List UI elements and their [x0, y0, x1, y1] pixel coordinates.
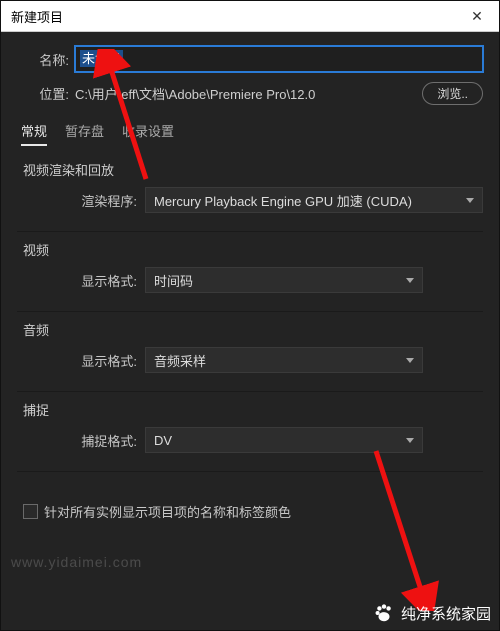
paw-icon: [373, 602, 395, 624]
tab-scratch-disks[interactable]: 暂存盘: [65, 121, 104, 146]
audio-format-row: 显示格式: 音频采样: [17, 347, 483, 373]
close-button[interactable]: ✕: [455, 1, 499, 31]
group-capture-title: 捕捉: [23, 400, 483, 419]
location-row: 位置: C:\用户\eff\文档\Adobe\Premiere Pro\12.0…: [17, 82, 483, 105]
renderer-row: 渲染程序: Mercury Playback Engine GPU 加速 (CU…: [17, 187, 483, 213]
window-title: 新建项目: [11, 7, 63, 26]
location-label: 位置:: [17, 84, 75, 103]
group-video: 视频 显示格式: 时间码: [17, 240, 483, 293]
show-names-checkbox-row[interactable]: 针对所有实例显示项目项的名称和标签颜色: [23, 502, 483, 521]
renderer-dropdown[interactable]: Mercury Playback Engine GPU 加速 (CUDA): [145, 187, 483, 213]
group-capture: 捕捉 捕捉格式: DV: [17, 400, 483, 453]
divider: [17, 231, 483, 232]
audio-format-label: 显示格式:: [17, 351, 145, 370]
checkbox-label: 针对所有实例显示项目项的名称和标签颜色: [44, 502, 291, 521]
video-format-dropdown[interactable]: 时间码: [145, 267, 423, 293]
video-format-label: 显示格式:: [17, 271, 145, 290]
chevron-down-icon: [466, 198, 474, 203]
capture-format-label: 捕捉格式:: [17, 431, 145, 450]
chevron-down-icon: [406, 358, 414, 363]
renderer-label: 渲染程序:: [17, 191, 145, 210]
audio-format-dropdown[interactable]: 音频采样: [145, 347, 423, 373]
video-format-value: 时间码: [154, 271, 193, 290]
watermark-brand: 纯净系统家园: [373, 602, 491, 624]
watermark-brand-text: 纯净系统家园: [401, 603, 491, 624]
dialog-body: 名称: 未命名 位置: C:\用户\eff\文档\Adobe\Premiere …: [1, 32, 499, 529]
divider: [17, 311, 483, 312]
watermark-url: www.yidaimei.com: [11, 554, 142, 570]
project-name-value: 未命名: [80, 50, 123, 67]
capture-format-dropdown[interactable]: DV: [145, 427, 423, 453]
chevron-down-icon: [406, 278, 414, 283]
group-audio-title: 音频: [23, 320, 483, 339]
capture-format-row: 捕捉格式: DV: [17, 427, 483, 453]
name-label: 名称:: [17, 50, 75, 69]
group-render-title: 视频渲染和回放: [23, 160, 483, 179]
group-video-title: 视频: [23, 240, 483, 259]
window-controls: ✕: [455, 1, 499, 31]
tab-ingest-settings[interactable]: 收录设置: [122, 121, 174, 146]
audio-format-value: 音频采样: [154, 351, 206, 370]
location-path[interactable]: C:\用户\eff\文档\Adobe\Premiere Pro\12.0: [75, 82, 414, 105]
video-format-row: 显示格式: 时间码: [17, 267, 483, 293]
close-icon: ✕: [471, 8, 483, 25]
browse-label: 浏览..: [437, 87, 468, 101]
tab-general[interactable]: 常规: [21, 121, 47, 146]
renderer-value: Mercury Playback Engine GPU 加速 (CUDA): [154, 191, 412, 210]
checkbox-icon: [23, 504, 38, 519]
group-render-playback: 视频渲染和回放 渲染程序: Mercury Playback Engine GP…: [17, 160, 483, 213]
chevron-down-icon: [406, 438, 414, 443]
group-audio: 音频 显示格式: 音频采样: [17, 320, 483, 373]
name-row: 名称: 未命名: [17, 46, 483, 72]
project-name-input[interactable]: 未命名: [75, 46, 483, 72]
divider: [17, 471, 483, 472]
divider: [17, 391, 483, 392]
capture-format-value: DV: [154, 433, 172, 448]
general-panel: 视频渲染和回放 渲染程序: Mercury Playback Engine GP…: [17, 147, 483, 521]
new-project-dialog: 新建项目 ✕ 名称: 未命名 位置: C:\用户\eff\文档\Adobe\Pr…: [0, 0, 500, 631]
browse-button[interactable]: 浏览..: [422, 82, 483, 105]
tabs: 常规 暂存盘 收录设置: [17, 115, 483, 147]
titlebar: 新建项目 ✕: [1, 1, 499, 32]
